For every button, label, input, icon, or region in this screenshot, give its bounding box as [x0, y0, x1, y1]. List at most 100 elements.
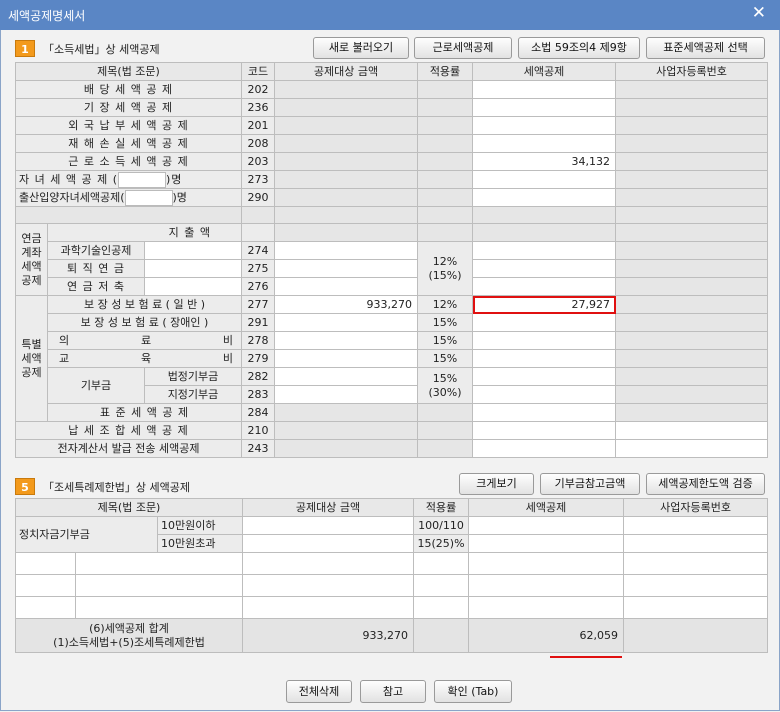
bizno-cell	[615, 152, 768, 171]
credit-input-child[interactable]	[472, 170, 616, 189]
enlarge-button[interactable]: 크게보기	[459, 473, 534, 495]
insurance-general-label: 보 장 성 보 험 료 ( 일 반 )	[47, 295, 242, 314]
pension-credit-input-1[interactable]	[472, 259, 616, 278]
blank-cell	[241, 206, 275, 224]
pension-credit-input-2[interactable]	[472, 277, 616, 296]
blank-input[interactable]	[74, 596, 244, 619]
pension-expense-input-2[interactable]	[144, 277, 242, 296]
window-title: 세액공제명세서	[8, 9, 86, 23]
blank-input[interactable]	[74, 574, 244, 597]
blank-input[interactable]	[623, 596, 769, 619]
political-over-amount[interactable]	[242, 534, 415, 553]
designated-donation-credit[interactable]	[472, 385, 616, 404]
union-bizno-input[interactable]	[615, 421, 768, 440]
blank-input[interactable]	[242, 596, 415, 619]
statutory-donation-label: 법정기부금	[144, 367, 242, 386]
political-under-credit[interactable]	[468, 516, 625, 535]
total-bizno-cell	[623, 618, 769, 653]
credit-cell	[472, 223, 616, 242]
blank-input[interactable]	[468, 574, 625, 597]
amount-cell	[274, 116, 418, 135]
row-label-disaster: 재 해 손 실 세 액 공 제	[15, 134, 242, 153]
statutory-donation-amount[interactable]	[274, 367, 418, 386]
blank-cell	[615, 206, 768, 224]
bizno-cell	[615, 188, 768, 207]
union-credit-input[interactable]	[472, 421, 616, 440]
pension-amount-input-0[interactable]	[274, 241, 418, 260]
credit-input-foreign[interactable]	[472, 116, 616, 135]
reload-button[interactable]: 새로 불러오기	[313, 37, 409, 59]
pension-expense-input-1[interactable]	[144, 259, 242, 278]
pension-item-code: 275	[241, 259, 275, 278]
pension-amount-input-2[interactable]	[274, 277, 418, 296]
table-row: 교 비 육 279 15%	[16, 349, 768, 368]
blank-cell	[15, 206, 242, 224]
blank-input[interactable]	[15, 574, 76, 597]
blank-input[interactable]	[413, 552, 470, 575]
blank-input[interactable]	[74, 552, 244, 575]
blank-input[interactable]	[468, 552, 625, 575]
blank-input[interactable]	[15, 596, 76, 619]
insurance-disabled-credit[interactable]	[472, 313, 616, 332]
insurance-general-credit[interactable]: 27,927	[472, 295, 616, 314]
designated-donation-amount[interactable]	[274, 385, 418, 404]
standard-credit-select-button[interactable]: 표준세액공제 선택	[646, 37, 765, 59]
credit-input-bookkeeping[interactable]	[472, 98, 616, 117]
blank-cell	[417, 206, 473, 224]
statutory-donation-credit[interactable]	[472, 367, 616, 386]
rate-cell	[417, 98, 473, 117]
child-count-input[interactable]	[118, 172, 166, 188]
political-under-bizno[interactable]	[623, 516, 769, 535]
close-icon[interactable]: ✕	[752, 3, 766, 23]
standard-credit-input[interactable]	[472, 403, 616, 422]
credit-input-disaster[interactable]	[472, 134, 616, 153]
pension-expense-input-0[interactable]	[144, 241, 242, 260]
insurance-disabled-amount[interactable]	[274, 313, 418, 332]
medical-amount[interactable]	[274, 331, 418, 350]
blank-input[interactable]	[15, 552, 76, 575]
table-row: 전자계산서 발급 전송 세액공제 243	[15, 439, 768, 458]
political-under-amount[interactable]	[242, 516, 415, 535]
section1-table: 제목(법 조문) 코드 공제대상 금액 적용률 세액공제 사업자등록번호 배 당…	[15, 62, 768, 458]
row-code-bookkeeping: 236	[241, 98, 275, 117]
education-credit[interactable]	[472, 349, 616, 368]
delete-all-button[interactable]: 전체삭제	[286, 680, 352, 703]
pension-amount-input-1[interactable]	[274, 259, 418, 278]
blank-input[interactable]	[242, 552, 415, 575]
donation-reference-button[interactable]: 기부금참고금액	[540, 473, 640, 495]
blank-input[interactable]	[413, 596, 470, 619]
political-over-bizno[interactable]	[623, 534, 769, 553]
credit-value-earned[interactable]: 34,132	[472, 152, 616, 171]
education-amount[interactable]	[274, 349, 418, 368]
amount-cell	[274, 134, 418, 153]
pension-credit-input-0[interactable]	[472, 241, 616, 260]
confirm-button[interactable]: 확인 (Tab)	[434, 680, 512, 703]
medical-credit[interactable]	[472, 331, 616, 350]
law-5904-button[interactable]: 소법 59조의4 제9항	[518, 37, 640, 59]
total-row: (6)세액공제 합계 (1)소득세법+(5)조세특례제한법 933,270 62,…	[14, 618, 769, 653]
total-label-1: (6)세액공제 합계	[89, 621, 169, 635]
rate-cell	[417, 134, 473, 153]
reference-button[interactable]: 참고	[360, 680, 426, 703]
table-row: 출산입양자녀세액공제()명 290	[15, 188, 768, 207]
pension-group-label: 연금계좌세액공제	[15, 223, 48, 296]
einvoice-credit-input[interactable]	[472, 439, 616, 458]
insurance-general-amount[interactable]: 933,270	[274, 295, 418, 314]
s5-col-header-title: 제목(법 조문)	[14, 498, 244, 517]
credit-input-dividend[interactable]	[472, 80, 616, 99]
pension-item-label: 연 금 저 축	[47, 277, 145, 296]
blank-input[interactable]	[242, 574, 415, 597]
credit-input-birth[interactable]	[472, 188, 616, 207]
blank-input[interactable]	[468, 596, 625, 619]
child-label-b: )명	[166, 173, 183, 186]
blank-input[interactable]	[623, 574, 769, 597]
education-label: 교비육	[47, 349, 242, 368]
birth-count-input[interactable]	[124, 190, 173, 206]
einvoice-bizno-input[interactable]	[615, 439, 768, 458]
political-over-credit[interactable]	[468, 534, 625, 553]
blank-input[interactable]	[623, 552, 769, 575]
bizno-cell	[615, 259, 768, 278]
limit-verify-button[interactable]: 세액공제한도액 검증	[646, 473, 765, 495]
earned-credit-button[interactable]: 근로세액공제	[414, 37, 512, 59]
blank-input[interactable]	[413, 574, 470, 597]
